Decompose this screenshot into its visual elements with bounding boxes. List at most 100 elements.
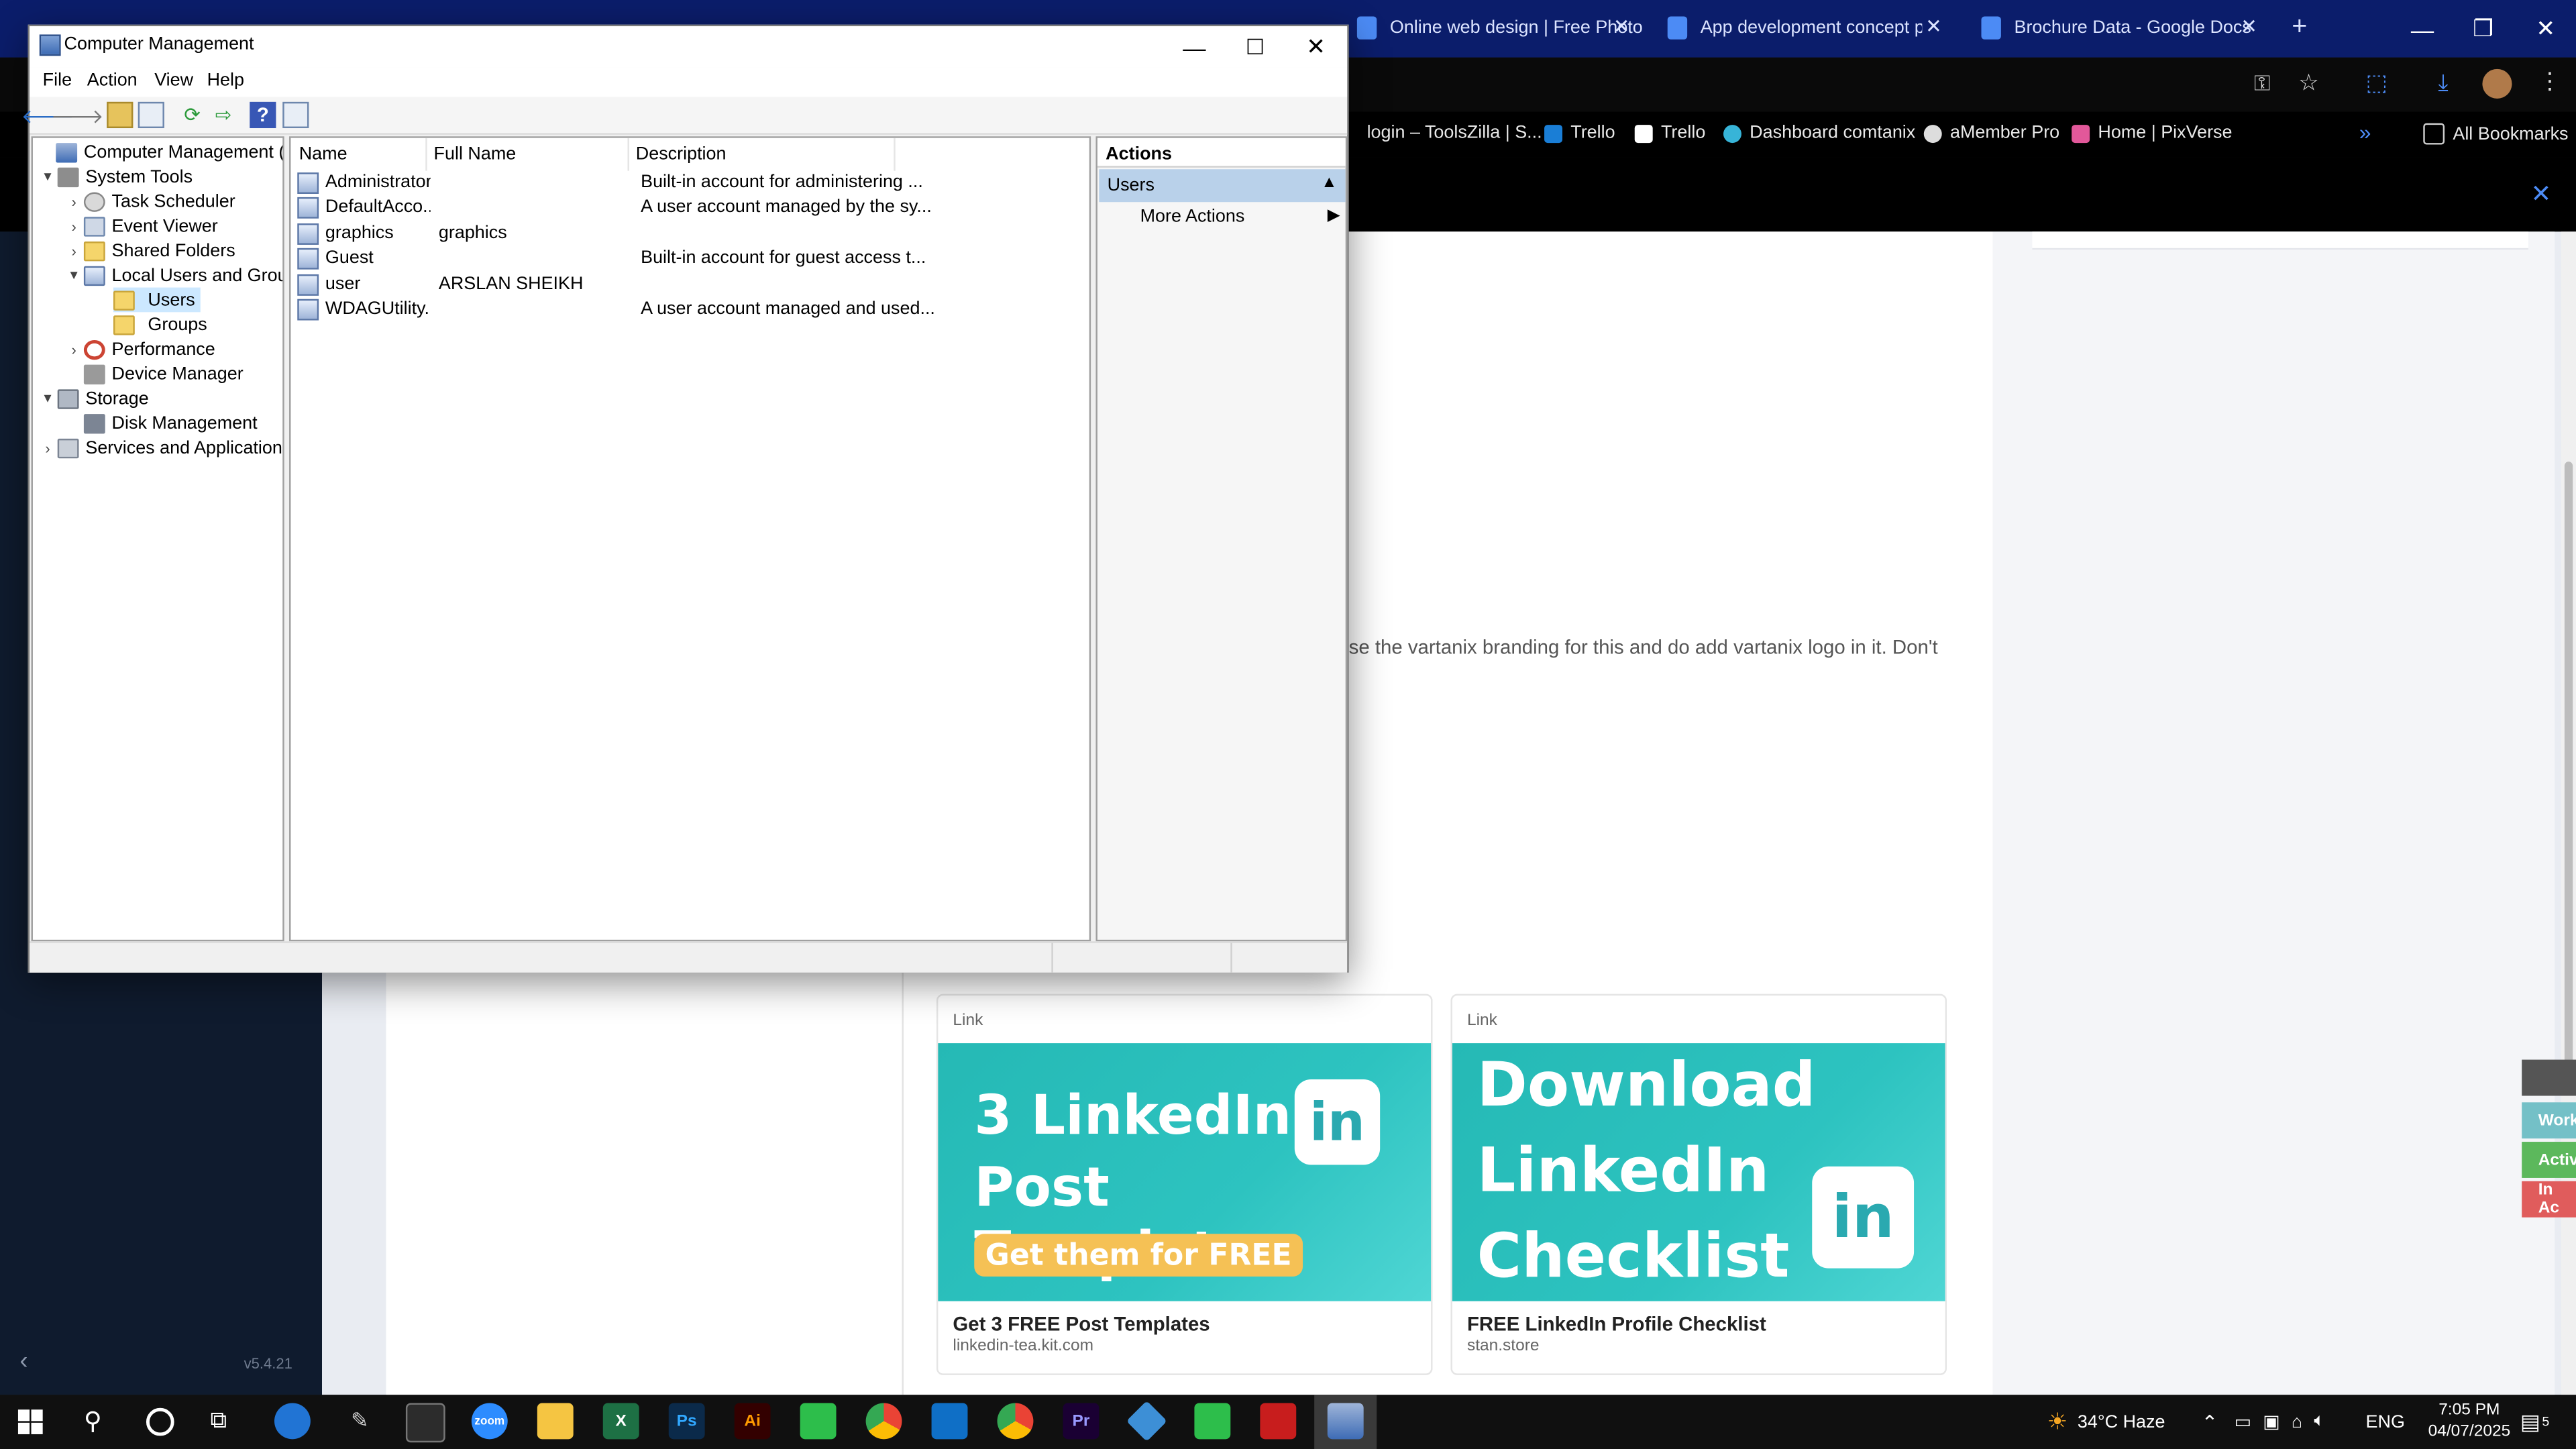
expander-icon[interactable]: ▾ bbox=[38, 389, 57, 407]
meet-icon[interactable]: ▭ bbox=[2235, 1411, 2251, 1432]
close-tab-icon[interactable]: ✕ bbox=[1613, 15, 1630, 38]
tree-item[interactable]: Computer Management (Local) bbox=[36, 140, 282, 164]
expander-icon[interactable]: › bbox=[64, 217, 84, 233]
export-list-icon[interactable]: ⇨ bbox=[210, 102, 236, 128]
column-separator[interactable] bbox=[894, 138, 896, 171]
file-explorer-icon[interactable] bbox=[537, 1403, 574, 1440]
bookmark[interactable]: login – ToolsZilla | S... bbox=[1367, 123, 1542, 143]
link-card[interactable]: Link Download LinkedIn Checklist in FREE… bbox=[1450, 994, 1947, 1375]
browser-minimize-icon[interactable]: — bbox=[2392, 0, 2453, 58]
browser-restore-icon[interactable]: ❐ bbox=[2453, 0, 2514, 58]
page-scrollbar[interactable] bbox=[2561, 231, 2576, 1395]
maximize-icon[interactable]: ☐ bbox=[1224, 26, 1287, 67]
status-badge-inactive[interactable]: In Ac bbox=[2522, 1181, 2576, 1218]
tree-item[interactable]: ▾ System Tools bbox=[38, 164, 193, 189]
column-separator[interactable] bbox=[627, 138, 629, 171]
photoshop-icon[interactable]: Ps bbox=[668, 1403, 705, 1440]
close-tab-icon[interactable]: ✕ bbox=[1925, 15, 1942, 38]
bookmark[interactable]: Dashboard comtanix bbox=[1723, 123, 1915, 143]
tree-item[interactable]: › Shared Folders bbox=[64, 238, 235, 263]
volume-icon[interactable]: 🔈︎ bbox=[2314, 1411, 2324, 1433]
all-bookmarks[interactable]: All Bookmarks bbox=[2423, 123, 2569, 145]
excel-icon[interactable]: X bbox=[602, 1403, 639, 1440]
up-folder-icon[interactable] bbox=[107, 101, 133, 129]
more-actions[interactable]: More Actions bbox=[1140, 207, 1245, 227]
tree-item[interactable]: Groups bbox=[113, 312, 207, 337]
tree-item[interactable]: ▾ Local Users and Groups bbox=[64, 263, 282, 288]
bookmark[interactable]: Trello bbox=[1544, 123, 1615, 143]
tree-item-users[interactable]: Users bbox=[113, 287, 201, 313]
scrollbar-thumb[interactable] bbox=[2564, 462, 2573, 1070]
column-header-description[interactable]: Description bbox=[636, 145, 727, 164]
edge-icon[interactable] bbox=[274, 1403, 311, 1440]
minimize-icon[interactable]: — bbox=[1163, 26, 1226, 67]
browser-tab[interactable]: Online web design | Free Photo ✕ bbox=[1340, 10, 1643, 46]
chrome-icon[interactable] bbox=[997, 1403, 1034, 1440]
menu-help[interactable]: Help bbox=[207, 70, 244, 90]
star-icon[interactable]: ☆ bbox=[2298, 69, 2319, 97]
table-row[interactable]: Administrator Built-in account for admini… bbox=[297, 171, 1086, 196]
illustrator-icon[interactable]: Ai bbox=[734, 1403, 771, 1440]
search-icon[interactable]: ⚲ bbox=[84, 1406, 102, 1436]
tree-item[interactable]: Disk Management bbox=[83, 411, 258, 435]
table-row[interactable]: WDAGUtility... A user account managed and… bbox=[297, 297, 1086, 322]
vscode-icon[interactable] bbox=[931, 1403, 968, 1440]
bookmark[interactable]: Trello bbox=[1634, 123, 1705, 143]
table-row[interactable]: graphics graphics bbox=[297, 222, 1086, 247]
display-icon[interactable]: ▣ bbox=[2263, 1411, 2279, 1432]
tree-item[interactable]: › Services and Applications bbox=[38, 435, 282, 460]
terminal-icon[interactable] bbox=[405, 1403, 445, 1443]
premiere-icon[interactable]: Pr bbox=[1063, 1403, 1099, 1440]
expander-icon[interactable]: ▾ bbox=[38, 168, 57, 186]
key-icon[interactable]: ⚿ bbox=[2254, 70, 2270, 97]
computer-management-icon[interactable] bbox=[1327, 1403, 1364, 1440]
help-icon[interactable]: ? bbox=[250, 101, 276, 129]
show-hide-tree-icon[interactable] bbox=[138, 101, 164, 129]
show-action-pane-icon[interactable] bbox=[282, 101, 309, 129]
forward-arrow-icon[interactable]: 🡒 bbox=[51, 102, 104, 128]
column-header-name[interactable]: Name bbox=[299, 145, 347, 164]
download-icon[interactable]: ⤓ bbox=[2438, 69, 2448, 97]
notifications-button[interactable]: ▤ 5 bbox=[2520, 1395, 2549, 1449]
tray-chevron-icon[interactable]: ⌃ bbox=[2202, 1395, 2218, 1449]
app-green-icon[interactable] bbox=[800, 1403, 837, 1440]
task-view-icon[interactable]: ⧉ bbox=[210, 1406, 226, 1434]
menu-icon[interactable]: ⋮ bbox=[2538, 67, 2561, 95]
close-tab-icon[interactable]: ✕ bbox=[2241, 15, 2257, 38]
close-icon[interactable]: ✕ bbox=[2530, 179, 2551, 209]
profile-avatar[interactable] bbox=[2482, 68, 2512, 99]
expander-icon[interactable]: › bbox=[64, 242, 84, 258]
expander-icon[interactable]: › bbox=[64, 193, 84, 209]
menu-file[interactable]: File bbox=[43, 70, 72, 90]
link-card[interactable]: Link 3 LinkedIn Post Templates Get them … bbox=[936, 994, 1433, 1375]
expander-icon[interactable]: › bbox=[38, 439, 57, 455]
sync-app-icon[interactable] bbox=[1126, 1400, 1167, 1442]
tree-item[interactable]: Device Manager bbox=[83, 362, 244, 386]
column-header-full-name[interactable]: Full Name bbox=[434, 145, 517, 164]
tree-item[interactable]: › Event Viewer bbox=[64, 213, 218, 238]
new-tab-button[interactable]: + bbox=[2282, 10, 2322, 46]
chrome-icon[interactable] bbox=[865, 1403, 902, 1440]
cortana-icon[interactable] bbox=[146, 1407, 174, 1436]
status-badge-active[interactable]: Activ bbox=[2522, 1142, 2576, 1178]
expander-icon[interactable]: › bbox=[64, 341, 84, 357]
extension-icon[interactable]: ⬚ bbox=[2366, 69, 2387, 97]
tree-item[interactable]: › Task Scheduler bbox=[64, 189, 235, 214]
tree-item[interactable]: ▾ Storage bbox=[38, 386, 149, 411]
menu-action[interactable]: Action bbox=[87, 70, 138, 90]
title-bar[interactable]: Computer Management — ☐ ✕ bbox=[30, 26, 1348, 68]
browser-tab[interactable]: App development concept pen ✕ bbox=[1651, 10, 1955, 46]
tree-item[interactable]: › Performance bbox=[64, 337, 215, 362]
expander-icon[interactable]: ▾ bbox=[64, 266, 84, 284]
table-row[interactable]: DefaultAcco... A user account managed by … bbox=[297, 195, 1086, 220]
language-indicator[interactable]: ENG bbox=[2366, 1395, 2405, 1449]
weather-widget[interactable]: ☀ 34°C Haze bbox=[2047, 1395, 2165, 1449]
clock[interactable]: 7:05 PM 04/07/2025 bbox=[2428, 1400, 2511, 1443]
menu-view[interactable]: View bbox=[154, 70, 193, 90]
network-icon[interactable]: ⌂ bbox=[2292, 1412, 2302, 1432]
table-row[interactable]: user ARSLAN SHEIKH bbox=[297, 273, 1086, 298]
column-separator[interactable] bbox=[425, 138, 427, 171]
actions-section-users[interactable]: Users ▲ bbox=[1099, 169, 1346, 203]
status-badge-work[interactable]: Work bbox=[2522, 1102, 2576, 1139]
collapse-icon[interactable]: ▲ bbox=[1321, 174, 1337, 193]
